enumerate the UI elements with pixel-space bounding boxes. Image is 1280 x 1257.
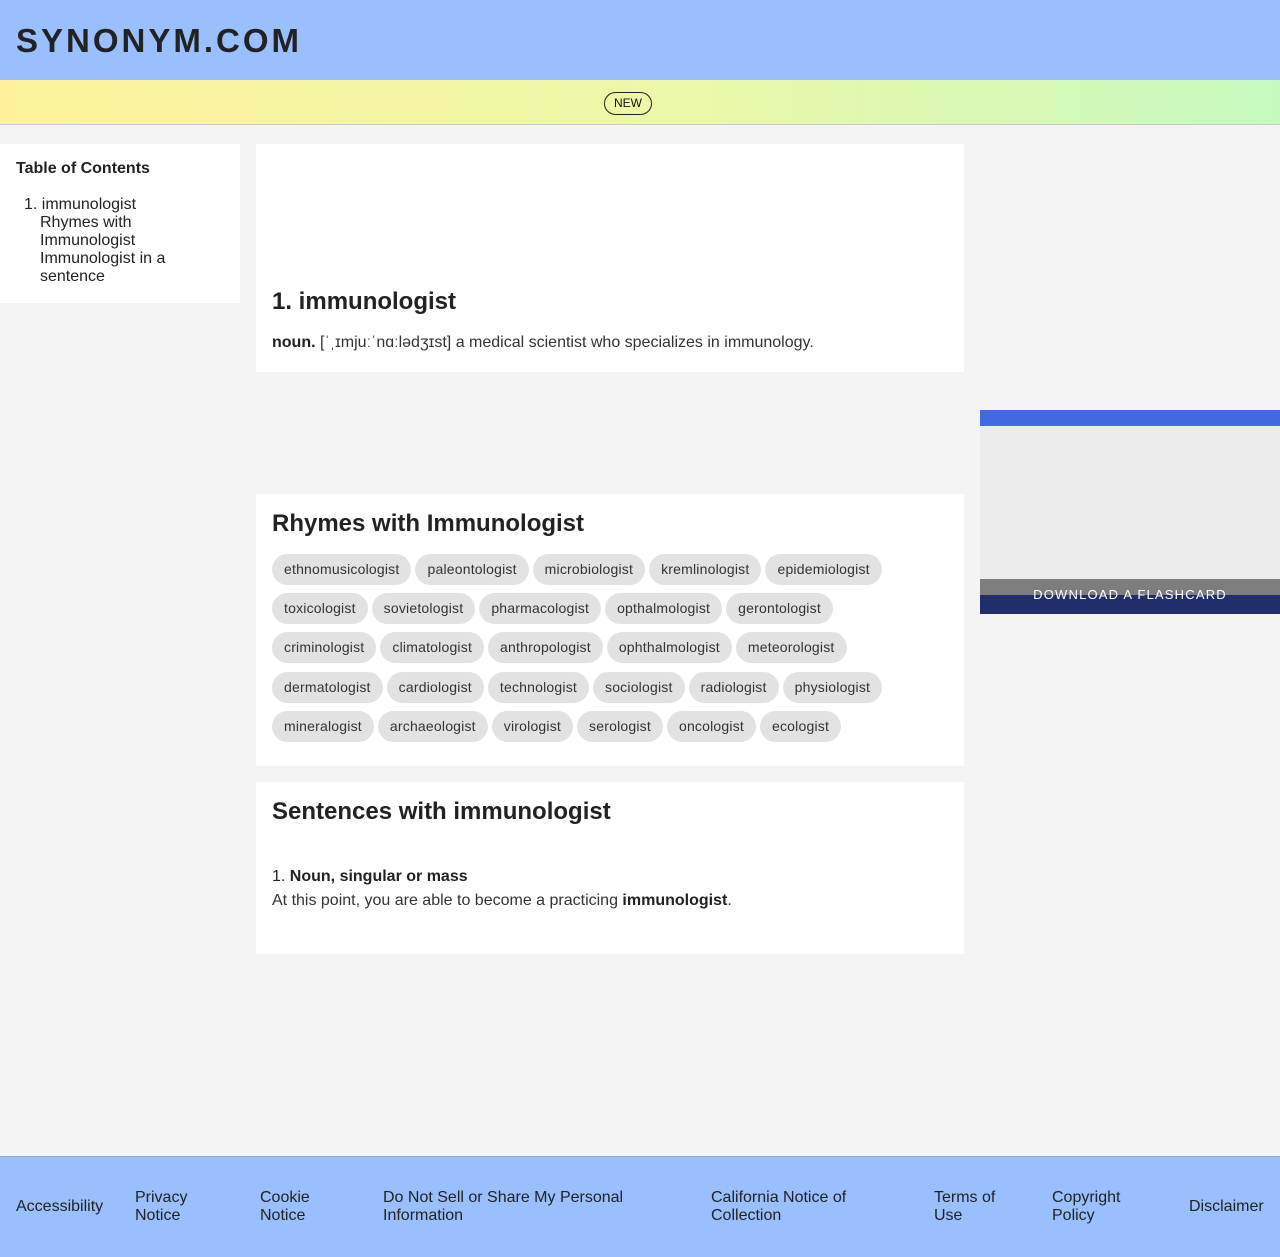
footer-link-terms-of-use[interactable]: Terms of Use [934,1189,1014,1225]
sentence-heading: 1. Noun, singular or mass [272,868,468,886]
footer-link-disclaimer[interactable]: Disclaimer [1189,1198,1264,1216]
sentence-highlight: immunologist [622,892,728,909]
toc-item-immunologist[interactable]: 1. immunologist [24,196,190,214]
footer-link-copyright-policy[interactable]: Copyright Policy [1052,1189,1142,1225]
part-of-speech: noun. [272,334,316,351]
footer-link-privacy-notice[interactable]: Privacy Notice [135,1189,220,1225]
rhyme-row: criminologist climatologist anthropologist… [272,632,952,663]
rhyme-chip-epidemiologist[interactable]: epidemiologist [765,554,882,585]
rhyme-chip-sovietologist[interactable]: sovietologist [371,593,476,624]
rhyme-chip-anthropologist[interactable]: anthropologist [488,632,603,663]
sentence-pos: Noun, singular or mass [289,868,468,885]
rhyme-chip-dermatologist[interactable]: dermatologist [272,672,383,703]
sentence-text: At this point, you are able to become a … [272,892,732,910]
rhyme-chips: ethnomusicologist paleontologist microbiol… [272,554,952,750]
rhyme-row: ethnomusicologist paleontologist microbiol… [272,554,952,585]
rhyme-row: dermatologist cardiologist technologist soc… [272,672,952,703]
toc-list: 1. immunologist Rhymes with Immunologist… [24,196,190,286]
rhymes-card: Rhymes with Immunologist ethnomusicologi… [256,494,964,766]
toc-title: Table of Contents [16,160,150,177]
rhyme-chip-archaeologist[interactable]: archaeologist [377,711,488,742]
rhyme-chip-opthalmologist[interactable]: opthalmologist [605,593,723,624]
rhyme-chip-technologist[interactable]: technologist [487,672,589,703]
rhyme-chip-oncologist[interactable]: oncologist [666,711,756,742]
site-logo[interactable]: SYNONYM.COM [16,22,302,60]
rhyme-chip-ophthalmologist[interactable]: ophthalmologist [606,632,732,663]
definition-line: noun. [ˈˌɪmjuːˈnɑːlədʒɪst] a medical sci… [272,334,814,352]
site-header: SYNONYM.COM [0,0,1280,80]
definition-card: 1. immunologist noun. [ˈˌɪmjuːˈnɑːlədʒɪs… [256,144,964,372]
sentence-text-before: At this point, you are able to become a … [272,892,623,909]
rhyme-chip-meteorologist[interactable]: meteorologist [735,632,847,663]
rhyme-chip-pharmacologist[interactable]: pharmacologist [479,593,602,624]
definition-text: [ˈˌɪmjuːˈnɑːlədʒɪst] a medical scientist… [320,334,814,351]
toc-item-sentence[interactable]: Immunologist in a sentence [40,250,190,286]
rhyme-chip-cardiologist[interactable]: cardiologist [386,672,484,703]
flashcard-widget[interactable]: DOWNLOAD A FLASHCARD [980,410,1280,614]
toc-item-rhymes[interactable]: Rhymes with Immunologist [40,214,190,250]
rhyme-chip-criminologist[interactable]: criminologist [272,632,377,663]
footer-link-cookie-notice[interactable]: Cookie Notice [260,1189,340,1225]
rhymes-title: Rhymes with Immunologist [272,510,585,537]
rhyme-chip-sociologist[interactable]: sociologist [593,672,685,703]
flashcard-top-bar [980,410,1280,426]
rhyme-chip-climatologist[interactable]: climatologist [380,632,485,663]
table-of-contents: Table of Contents 1. immunologist Rhymes… [0,144,240,303]
rhyme-chip-virologist[interactable]: virologist [491,711,574,742]
definition-title: 1. immunologist [272,288,457,315]
sentence-text-after: . [727,892,732,909]
rhyme-chip-paleontologist[interactable]: paleontologist [415,554,529,585]
sentences-card: Sentences with immunologist 1. Noun, sin… [256,782,964,954]
footer-link-do-not-sell[interactable]: Do Not Sell or Share My Personal Informa… [383,1189,653,1225]
rhyme-chip-physiologist[interactable]: physiologist [782,672,883,703]
site-footer: Accessibility Privacy Notice Cookie Noti… [0,1156,1280,1257]
rhyme-chip-serologist[interactable]: serologist [577,711,663,742]
rhyme-chip-gerontologist[interactable]: gerontologist [726,593,833,624]
download-flashcard-button[interactable]: DOWNLOAD A FLASHCARD [980,587,1280,602]
promo-bar: NEW [0,80,1280,125]
rhyme-chip-mineralogist[interactable]: mineralogist [272,711,374,742]
rhyme-chip-ecologist[interactable]: ecologist [760,711,842,742]
rhyme-chip-kremlinologist[interactable]: kremlinologist [649,554,762,585]
rhyme-chip-toxicologist[interactable]: toxicologist [272,593,368,624]
rhyme-chip-radiologist[interactable]: radiologist [688,672,779,703]
footer-link-accessibility[interactable]: Accessibility [16,1198,103,1216]
rhyme-chip-ethnomusicologist[interactable]: ethnomusicologist [272,554,412,585]
rhyme-chip-microbiologist[interactable]: microbiologist [532,554,646,585]
sentence-number: 1. [272,868,286,885]
new-badge[interactable]: NEW [604,92,652,115]
sentences-title: Sentences with immunologist [272,798,611,825]
rhyme-row: toxicologist sovietologist pharmacologist o… [272,593,952,624]
footer-link-california-notice[interactable]: California Notice of Collection [711,1189,891,1225]
rhyme-row: mineralogist archaeologist virologist serol… [272,711,952,742]
